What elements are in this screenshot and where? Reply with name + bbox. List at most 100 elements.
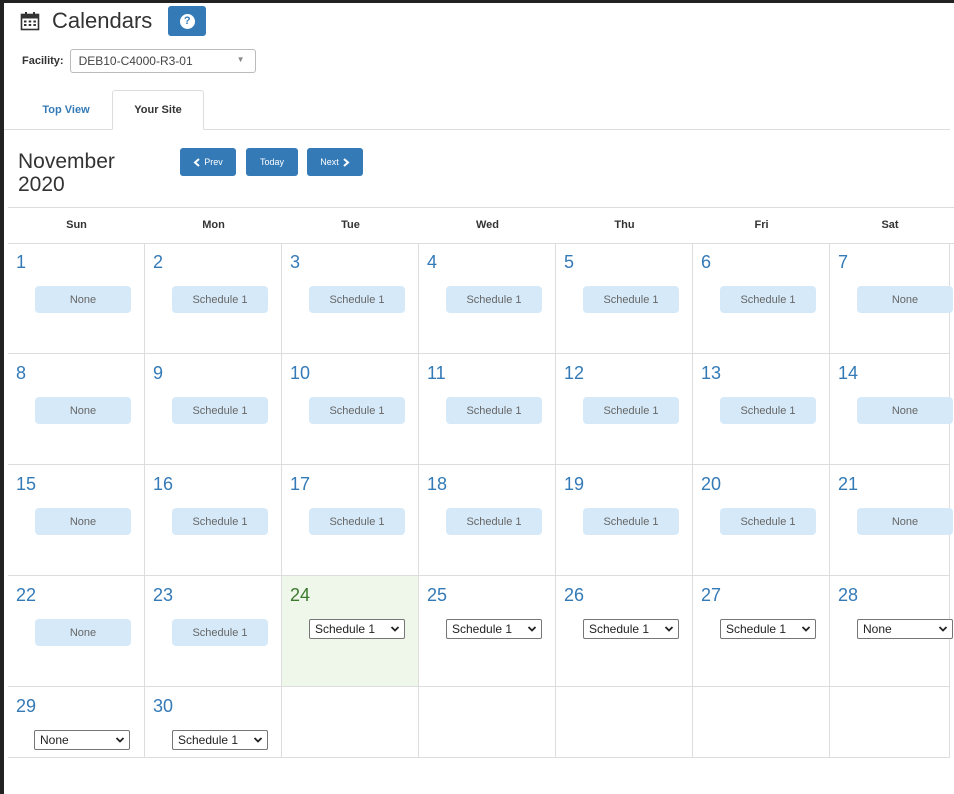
tab-your-site[interactable]: Your Site	[112, 90, 204, 130]
day-number: 29	[16, 696, 37, 716]
day-cell[interactable]: 19 Schedule 1	[556, 465, 693, 576]
schedule-chip: Schedule 1	[720, 508, 816, 535]
facility-value: DEB10-C4000-R3-01	[78, 54, 193, 68]
day-cell[interactable]: 15 None	[8, 465, 145, 576]
day-cell[interactable]	[693, 687, 830, 758]
schedule-select[interactable]: Schedule 1	[446, 619, 542, 639]
facility-picker: Facility: DEB10-C4000-R3-01 ▼	[22, 49, 256, 73]
day-cell[interactable]	[556, 687, 693, 758]
schedule-select-value: None	[863, 622, 892, 636]
schedule-chip: Schedule 1	[583, 508, 679, 535]
schedule-select[interactable]: Schedule 1	[172, 730, 268, 750]
schedule-chip: Schedule 1	[446, 286, 542, 313]
day-number: 17	[290, 474, 311, 494]
day-number: 16	[153, 474, 174, 494]
day-cell[interactable]	[419, 687, 556, 758]
day-cell[interactable]: 22 None	[8, 576, 145, 687]
chevron-down-icon	[253, 737, 263, 743]
day-number: 11	[427, 363, 446, 383]
question-icon: ?	[179, 13, 195, 29]
weekday-header-6: Sat	[881, 219, 899, 231]
schedule-chip: None	[35, 619, 131, 646]
tab-top-view[interactable]: Top View	[26, 90, 106, 129]
day-cell[interactable]	[282, 687, 419, 758]
day-cell[interactable]: 21 None	[830, 465, 953, 576]
day-number: 6	[701, 252, 712, 272]
day-cell[interactable]: 17 Schedule 1	[282, 465, 419, 576]
day-number: 4	[427, 252, 438, 272]
schedule-chip: None	[857, 286, 953, 313]
help-button[interactable]: ?	[168, 6, 207, 36]
day-cell[interactable]: 5 Schedule 1	[556, 243, 693, 354]
day-cell[interactable]: 12 Schedule 1	[556, 354, 693, 465]
day-cell[interactable]: 8 None	[8, 354, 145, 465]
schedule-chip: Schedule 1	[720, 286, 816, 313]
day-cell[interactable]: 25 Schedule 1	[419, 576, 556, 687]
schedule-select[interactable]: Schedule 1	[583, 619, 679, 639]
day-cell[interactable]: 20 Schedule 1	[693, 465, 830, 576]
day-number: 7	[838, 252, 849, 272]
day-cell[interactable]: 2 Schedule 1	[145, 243, 282, 354]
day-number: 19	[564, 474, 585, 494]
schedule-chip: Schedule 1	[172, 286, 268, 313]
day-cell[interactable]: 1 None	[8, 243, 145, 354]
day-cell[interactable]	[830, 687, 950, 758]
day-number: 3	[290, 252, 301, 272]
day-number: 27	[701, 585, 722, 605]
schedule-select[interactable]: None	[34, 730, 130, 750]
day-cell[interactable]: 27 Schedule 1	[693, 576, 830, 687]
facility-select[interactable]: DEB10-C4000-R3-01 ▼	[69, 49, 256, 73]
schedule-chip: Schedule 1	[309, 508, 405, 535]
schedule-chip: Schedule 1	[720, 397, 816, 424]
day-cell[interactable]: 18 Schedule 1	[419, 465, 556, 576]
day-cell[interactable]: 6 Schedule 1	[693, 243, 830, 354]
schedule-chip: Schedule 1	[172, 508, 268, 535]
schedule-select-value: None	[40, 733, 69, 747]
schedule-chip: None	[35, 397, 131, 424]
day-cell[interactable]: 23 Schedule 1	[145, 576, 282, 687]
day-number: 13	[701, 363, 722, 383]
schedule-select[interactable]: Schedule 1	[720, 619, 816, 639]
day-cell[interactable]: 14 None	[830, 354, 953, 465]
day-number: 26	[564, 585, 585, 605]
schedule-chip: Schedule 1	[172, 619, 268, 646]
day-cell[interactable]: 26 Schedule 1	[556, 576, 693, 687]
prev-button[interactable]: Prev	[180, 148, 236, 176]
schedule-chip: None	[857, 397, 953, 424]
today-button[interactable]: Today	[246, 148, 298, 176]
day-cell[interactable]: 30 Schedule 1	[145, 687, 282, 758]
day-cell[interactable]: 3 Schedule 1	[282, 243, 419, 354]
schedule-select[interactable]: Schedule 1	[309, 619, 405, 639]
day-number: 25	[427, 585, 448, 605]
day-cell[interactable]: 4 Schedule 1	[419, 243, 556, 354]
chevron-down-icon	[801, 626, 811, 632]
day-cell[interactable]: 11 Schedule 1	[419, 354, 556, 465]
day-number: 30	[153, 696, 174, 716]
day-cell[interactable]: 28 None	[830, 576, 953, 687]
chevron-down-icon	[664, 626, 674, 632]
schedule-chip: Schedule 1	[446, 397, 542, 424]
day-number: 12	[564, 363, 585, 383]
day-number: 5	[564, 252, 575, 272]
next-button[interactable]: Next	[307, 148, 363, 176]
page-header: Calendars ?	[20, 6, 207, 36]
day-cell[interactable]: 13 Schedule 1	[693, 354, 830, 465]
schedule-select-value: Schedule 1	[726, 622, 787, 636]
chevron-down-icon	[390, 626, 400, 632]
weekday-header-2: Tue	[341, 219, 360, 231]
chevron-down-icon	[115, 737, 125, 743]
day-cell[interactable]: 24 Schedule 1	[282, 576, 419, 687]
schedule-chip: Schedule 1	[583, 286, 679, 313]
schedule-chip: Schedule 1	[309, 286, 405, 313]
day-number: 1	[16, 252, 27, 272]
schedule-select[interactable]: None	[857, 619, 953, 639]
day-number: 23	[153, 585, 174, 605]
day-cell[interactable]: 29 None	[8, 687, 145, 758]
day-cell[interactable]: 9 Schedule 1	[145, 354, 282, 465]
day-cell[interactable]: 7 None	[830, 243, 953, 354]
day-cell[interactable]: 10 Schedule 1	[282, 354, 419, 465]
day-cell[interactable]: 16 Schedule 1	[145, 465, 282, 576]
weekday-header-5: Fri	[754, 219, 769, 231]
day-number: 9	[153, 363, 164, 383]
day-number: 2	[153, 252, 164, 272]
